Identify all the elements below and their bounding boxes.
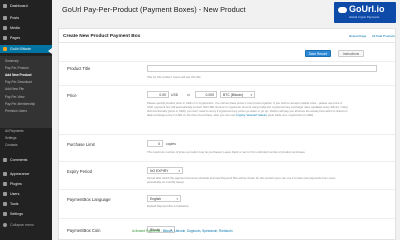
price-label: Price — [67, 93, 77, 98]
sidebar-item-appearance[interactable]: Appearance — [0, 170, 52, 178]
collapse-menu-button[interactable]: Collapse menu — [0, 221, 52, 229]
page-icon — [3, 36, 7, 40]
activated-coins-list: Bitcoin, Litecoin, Dogecoin, Speedcoin, … — [162, 229, 233, 233]
product-title-help: Title for this product. Users will see t… — [147, 75, 201, 79]
divider — [59, 218, 395, 219]
submenu-contacts[interactable]: Contacts — [0, 142, 52, 148]
save-record-button[interactable]: Save Record — [305, 50, 331, 57]
page: Dashboard Posts Media Pages GoUrl Bitcoi… — [0, 0, 400, 240]
reload-page-link[interactable]: Reload Page — [349, 34, 366, 38]
logo-text: GoUrl.io — [349, 4, 385, 14]
brush-icon — [3, 172, 7, 176]
price-help: Please specify product price in USD or i… — [147, 101, 348, 117]
copies-unit: copies — [166, 142, 176, 146]
submenu-all-payments[interactable]: All Payments — [0, 128, 52, 134]
coin-label: PaymentBox Coin — [67, 228, 101, 233]
price-crypto-input[interactable]: 0.000 — [195, 91, 217, 98]
divider — [59, 134, 395, 135]
page-title: GoUrl Pay-Per-Product (Payment Boxes) - … — [62, 5, 246, 14]
wrench-icon — [3, 202, 7, 206]
bitcoin-icon — [3, 47, 7, 51]
all-paid-products-link[interactable]: All Paid Products — [372, 34, 395, 38]
purchase-limit-input[interactable]: 0 — [147, 140, 163, 147]
price-usd-input[interactable]: 0.00 — [147, 91, 169, 98]
expiry-period-select[interactable]: NO EXPIRY ▾ — [147, 167, 183, 174]
submenu-pay-per-view[interactable]: Pay-Per-View — [0, 94, 52, 100]
submenu-summary[interactable]: Summary — [0, 58, 52, 64]
sidebar-item-media[interactable]: Media — [0, 24, 52, 32]
user-icon — [3, 192, 7, 196]
instructions-button[interactable]: Instructions — [338, 50, 364, 57]
expiry-period-help: Period after which the payment becomes o… — [147, 176, 336, 184]
current-menu-pointer — [48, 48, 52, 54]
language-help: Default Payment Box Localisation — [147, 204, 189, 208]
cloud-icon — [338, 7, 347, 13]
usd-unit: USD — [171, 93, 179, 97]
submenu-pay-per-product[interactable]: Pay-Per-Product — [0, 65, 52, 71]
sidebar-item-posts[interactable]: Posts — [0, 14, 52, 22]
language-label: PaymentBox Language — [67, 197, 111, 202]
gourl-logo[interactable]: GoUrl.io Global Crypto Payments — [334, 2, 396, 23]
or-text: or — [187, 93, 191, 97]
chevron-down-icon: ▾ — [250, 92, 252, 97]
purchase-limit-label: Purchase Limit — [67, 142, 95, 147]
chevron-down-icon: ▾ — [176, 196, 178, 201]
collapse-icon — [3, 223, 7, 227]
divider — [59, 42, 395, 43]
expiry-period-label: Expiry Period — [67, 169, 92, 174]
plugin-icon — [3, 182, 7, 186]
dashboard-icon — [3, 4, 7, 8]
sidebar-item-pages[interactable]: Pages — [0, 34, 52, 42]
divider — [59, 161, 395, 162]
divider — [59, 85, 395, 86]
submenu-add-new-product[interactable]: Add New Product — [0, 72, 52, 78]
comment-icon — [3, 158, 7, 162]
submenu-add-new-file[interactable]: Add New File — [0, 86, 52, 92]
sidebar-item-users[interactable]: Users — [0, 190, 52, 198]
sidebar-item-gourl-bitcoin[interactable]: GoUrl Bitcoin — [0, 45, 52, 53]
language-select[interactable]: English ▾ — [147, 195, 181, 202]
submenu-pay-per-membership[interactable]: Pay-Per-Membership — [0, 101, 52, 107]
chevron-down-icon: ▾ — [178, 168, 180, 173]
cryptsy-autosell-link[interactable]: Cryptsy "autosell" feature — [236, 113, 267, 117]
sidebar-item-settings[interactable]: Settings — [0, 210, 52, 218]
sidebar-item-dashboard[interactable]: Dashboard — [0, 2, 52, 10]
submenu-settings[interactable]: Settings — [0, 135, 52, 141]
settings-icon — [3, 212, 7, 216]
submenu-premium-users[interactable]: Premium Users — [0, 108, 52, 114]
activated-payments-text: Activated Payments : Bitcoin, Litecoin, … — [132, 229, 233, 233]
crypto-currency-select[interactable]: BTC (Bitcoin) ▾ — [220, 91, 255, 98]
panel-heading: Create New Product Payment Box — [63, 34, 141, 39]
sidebar-item-tools[interactable]: Tools — [0, 200, 52, 208]
sidebar-item-plugins[interactable]: Plugins — [0, 180, 52, 188]
sidebar-item-comments[interactable]: Comments — [0, 156, 52, 164]
logo-subtitle: Global Crypto Payments — [349, 15, 380, 19]
purchase-limit-help: The maximum number of times a product ma… — [147, 150, 305, 154]
product-title-label: Product Title — [67, 66, 91, 71]
media-icon — [3, 26, 7, 30]
pin-icon — [3, 16, 7, 20]
divider — [59, 61, 395, 62]
new-product-panel: Create New Product Payment Box Reload Pa… — [58, 28, 396, 240]
product-title-input[interactable] — [147, 65, 377, 72]
divider — [59, 189, 395, 190]
submenu-pay-per-download[interactable]: Pay-Per-Download — [0, 79, 52, 85]
admin-sidebar: Dashboard Posts Media Pages GoUrl Bitcoi… — [0, 0, 52, 240]
